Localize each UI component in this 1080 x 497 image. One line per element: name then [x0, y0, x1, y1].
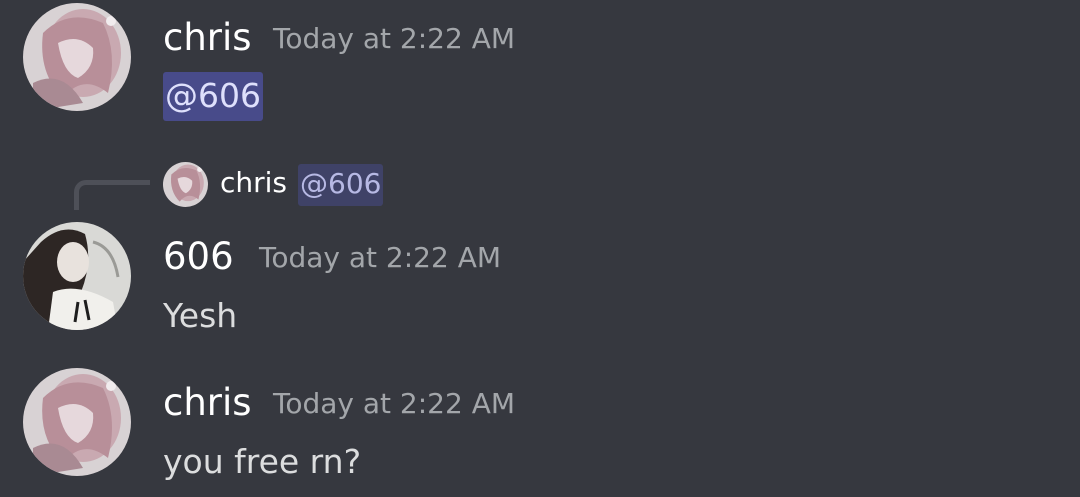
timestamp: Today at 2:22 AM [259, 241, 502, 274]
user-mention[interactable]: @606 [163, 72, 263, 121]
avatar[interactable] [23, 368, 131, 476]
avatar[interactable] [23, 3, 131, 111]
message-content: Yesh [163, 296, 238, 335]
message-content: @606 [163, 72, 263, 121]
message-content: you free rn? [163, 442, 362, 481]
reply-connector [74, 180, 150, 210]
reply-preview[interactable]: @606 [298, 164, 384, 206]
dark-haired-anime-avatar-icon [23, 222, 131, 330]
username[interactable]: chris [163, 19, 252, 56]
pink-anime-avatar-icon [23, 368, 131, 476]
reply-avatar[interactable] [163, 162, 208, 207]
timestamp: Today at 2:22 AM [273, 22, 516, 55]
timestamp: Today at 2:22 AM [273, 387, 516, 420]
chat-messages: chris Today at 2:22 AM @606 chris @606 6… [0, 0, 1080, 497]
username[interactable]: chris [163, 384, 252, 421]
username[interactable]: 606 [163, 238, 234, 275]
reply-username[interactable]: chris [220, 169, 287, 197]
pink-anime-avatar-icon [23, 3, 131, 111]
pink-anime-avatar-icon [163, 162, 208, 207]
avatar[interactable] [23, 222, 131, 330]
